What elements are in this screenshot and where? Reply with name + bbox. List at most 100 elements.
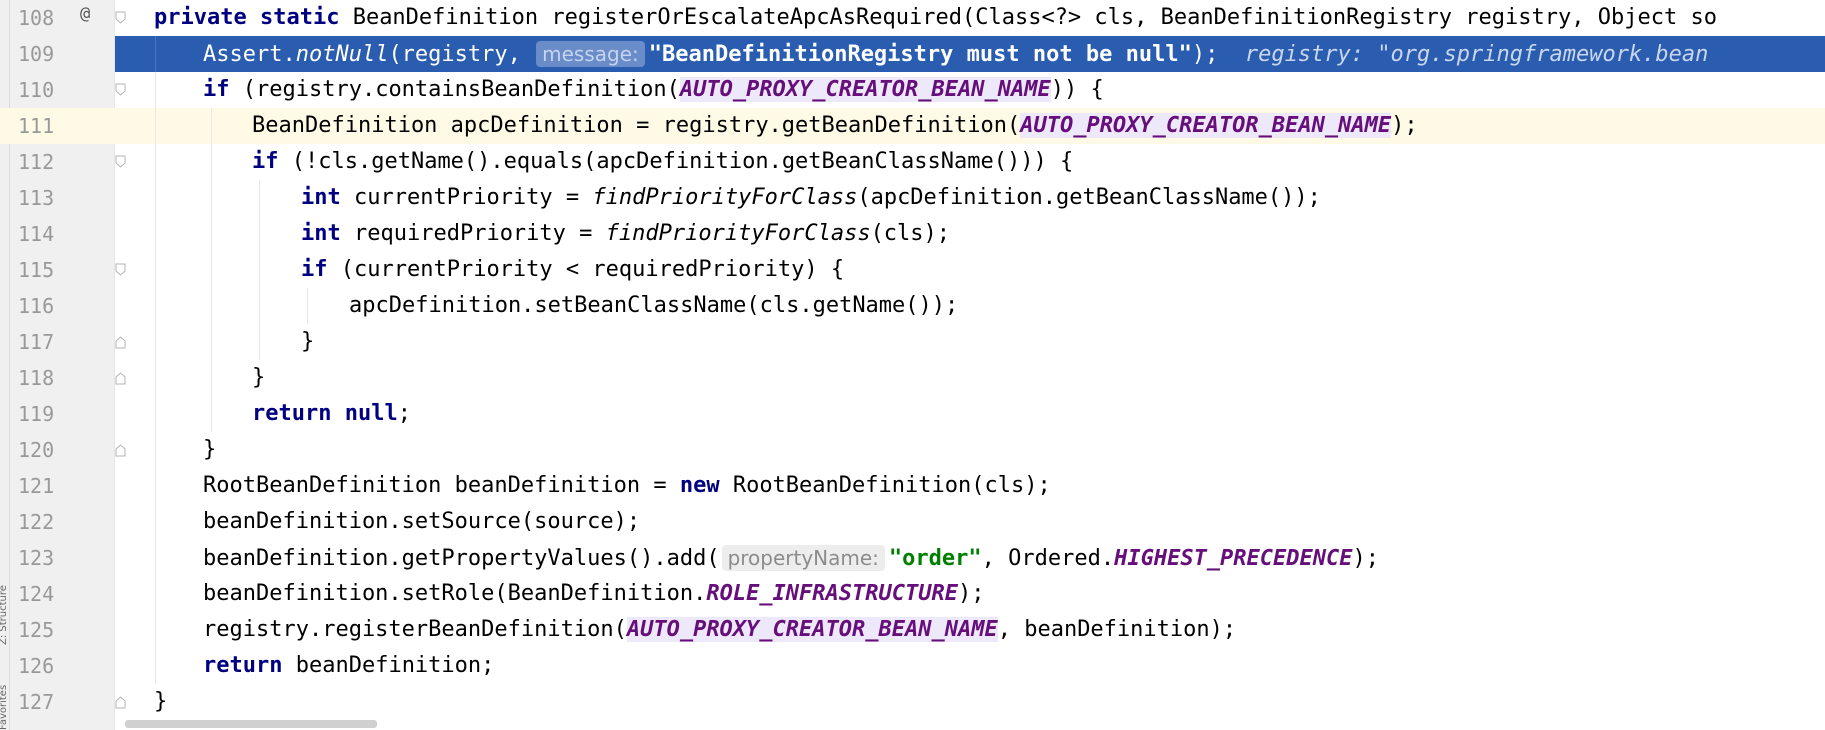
- debugger-inline-value: registry: "org.springframework.bean: [1244, 42, 1709, 67]
- gutter-cell[interactable]: 112: [10, 144, 126, 180]
- indent-guide: [211, 396, 212, 432]
- code-editor[interactable]: Z: Structure Favorites 108 @ private sta…: [0, 0, 1825, 730]
- code-text[interactable]: beanDefinition.setRole(BeanDefinition.RO…: [203, 576, 985, 612]
- code-text[interactable]: int requiredPriority = findPriorityForCl…: [301, 216, 950, 252]
- indent-guide: [211, 216, 212, 252]
- code-line-112[interactable]: 112 if (!cls.getName().equals(apcDefinit…: [0, 144, 1825, 180]
- line-number[interactable]: 127: [18, 684, 68, 720]
- indent-guide: [211, 144, 212, 180]
- code-line-120[interactable]: 120 }: [0, 432, 1825, 468]
- gutter-cell[interactable]: 108 @: [10, 0, 126, 36]
- code-line-113[interactable]: 113 int currentPriority = findPriorityFo…: [0, 180, 1825, 216]
- line-number[interactable]: 113: [18, 180, 68, 216]
- gutter-cell[interactable]: 111: [10, 108, 114, 144]
- code-line-123[interactable]: 123 beanDefinition.getPropertyValues().a…: [0, 540, 1825, 576]
- code-text[interactable]: private static BeanDefinition registerOr…: [154, 0, 1717, 36]
- code-text[interactable]: }: [252, 360, 265, 396]
- code-line-109-selected[interactable]: 109 Assert.notNull(registry, message: "Be…: [0, 36, 1825, 72]
- code-line-118[interactable]: 118 }: [0, 360, 1825, 396]
- code-line-111-current[interactable]: 111 BeanDefinition apcDefinition = regis…: [0, 108, 1825, 144]
- line-number[interactable]: 111: [18, 108, 68, 144]
- code-line-115[interactable]: 115 if (currentPriority < requiredPriori…: [0, 252, 1825, 288]
- line-number[interactable]: 108: [18, 0, 68, 36]
- gutter-cell[interactable]: 125: [10, 612, 114, 648]
- gutter-cell[interactable]: 122: [10, 504, 114, 540]
- code-text[interactable]: int currentPriority = findPriorityForCla…: [301, 180, 1321, 216]
- gutter-cell[interactable]: 109: [10, 36, 114, 72]
- code-line-108[interactable]: 108 @ private static BeanDefinition regi…: [0, 0, 1825, 36]
- code-line-119[interactable]: 119 return null;: [0, 396, 1825, 432]
- line-number[interactable]: 121: [18, 468, 68, 504]
- indent-guide: [155, 324, 156, 360]
- code-text[interactable]: return beanDefinition;: [203, 648, 494, 684]
- gutter-cell[interactable]: 120: [10, 432, 126, 468]
- line-number[interactable]: 112: [18, 144, 68, 180]
- gutter-cell[interactable]: 127: [10, 684, 126, 720]
- gutter-cell[interactable]: 126: [10, 648, 114, 684]
- indent-guide: [211, 288, 212, 324]
- code-line-121[interactable]: 121 RootBeanDefinition beanDefinition = …: [0, 468, 1825, 504]
- code-line-125[interactable]: 125 registry.registerBeanDefinition(AUTO…: [0, 612, 1825, 648]
- code-text[interactable]: }: [203, 432, 216, 468]
- code-text[interactable]: registry.registerBeanDefinition(AUTO_PRO…: [203, 612, 1236, 648]
- indent-guide: [155, 648, 156, 684]
- indent-guide: [155, 396, 156, 432]
- code-text[interactable]: }: [154, 684, 167, 720]
- code-text[interactable]: beanDefinition.getPropertyValues().add(p…: [203, 540, 1379, 576]
- code-text[interactable]: if (!cls.getName().equals(apcDefinition.…: [252, 144, 1073, 180]
- code-text[interactable]: BeanDefinition apcDefinition = registry.…: [252, 108, 1418, 144]
- indent-guide: [259, 252, 260, 288]
- indent-guide: [155, 144, 156, 180]
- code-line-110[interactable]: 110 if (registry.containsBeanDefinition(…: [0, 72, 1825, 108]
- gutter-cell[interactable]: 116: [10, 288, 114, 324]
- line-number[interactable]: 125: [18, 612, 68, 648]
- gutter-cell[interactable]: 113: [10, 180, 114, 216]
- override-marker-icon[interactable]: @: [80, 4, 90, 24]
- code-text[interactable]: beanDefinition.setSource(source);: [203, 504, 640, 540]
- code-line-122[interactable]: 122 beanDefinition.setSource(source);: [0, 504, 1825, 540]
- line-number[interactable]: 110: [18, 72, 68, 108]
- line-number[interactable]: 109: [18, 36, 68, 72]
- code-text[interactable]: return null;: [252, 396, 411, 432]
- indent-guide: [211, 180, 212, 216]
- code-text[interactable]: if (currentPriority < requiredPriority) …: [301, 252, 844, 288]
- gutter-cell[interactable]: 124: [10, 576, 114, 612]
- code-line-116[interactable]: 116 apcDefinition.setBeanClassName(cls.g…: [0, 288, 1825, 324]
- gutter-cell[interactable]: 117: [10, 324, 126, 360]
- code-line-124[interactable]: 124 beanDefinition.setRole(BeanDefinitio…: [0, 576, 1825, 612]
- indent-guide: [259, 216, 260, 252]
- code-text[interactable]: RootBeanDefinition beanDefinition = new …: [203, 468, 1051, 504]
- code-text[interactable]: }: [301, 324, 314, 360]
- code-line-126[interactable]: 126 return beanDefinition;: [0, 648, 1825, 684]
- line-number[interactable]: 124: [18, 576, 68, 612]
- gutter-cell[interactable]: 123: [10, 540, 114, 576]
- gutter-cell[interactable]: 110: [10, 72, 126, 108]
- line-number[interactable]: 122: [18, 504, 68, 540]
- line-number[interactable]: 116: [18, 288, 68, 324]
- line-number[interactable]: 123: [18, 540, 68, 576]
- indent-guide: [259, 288, 260, 324]
- line-number[interactable]: 119: [18, 396, 68, 432]
- code-text[interactable]: apcDefinition.setBeanClassName(cls.getNa…: [349, 288, 958, 324]
- indent-guide: [155, 576, 156, 612]
- gutter-cell[interactable]: 118: [10, 360, 126, 396]
- line-number[interactable]: 126: [18, 648, 68, 684]
- gutter-cell[interactable]: 114: [10, 216, 114, 252]
- line-number[interactable]: 117: [18, 324, 68, 360]
- code-line-114[interactable]: 114 int requiredPriority = findPriorityF…: [0, 216, 1825, 252]
- gutter-cell[interactable]: 121: [10, 468, 114, 504]
- gutter-cell[interactable]: 119: [10, 396, 114, 432]
- line-number[interactable]: 114: [18, 216, 68, 252]
- line-number[interactable]: 118: [18, 360, 68, 396]
- indent-guide: [155, 216, 156, 252]
- line-number[interactable]: 120: [18, 432, 68, 468]
- indent-guide: [155, 504, 156, 540]
- horizontal-scrollbar[interactable]: [125, 720, 377, 728]
- line-number[interactable]: 115: [18, 252, 68, 288]
- code-text[interactable]: if (registry.containsBeanDefinition(AUTO…: [203, 72, 1104, 108]
- code-line-117[interactable]: 117 }: [0, 324, 1825, 360]
- code-text[interactable]: Assert.notNull(registry, message: "BeanDe…: [203, 36, 1708, 72]
- gutter-cell[interactable]: 115: [10, 252, 126, 288]
- code-line-127[interactable]: 127 }: [0, 684, 1825, 720]
- indent-guide: [155, 180, 156, 216]
